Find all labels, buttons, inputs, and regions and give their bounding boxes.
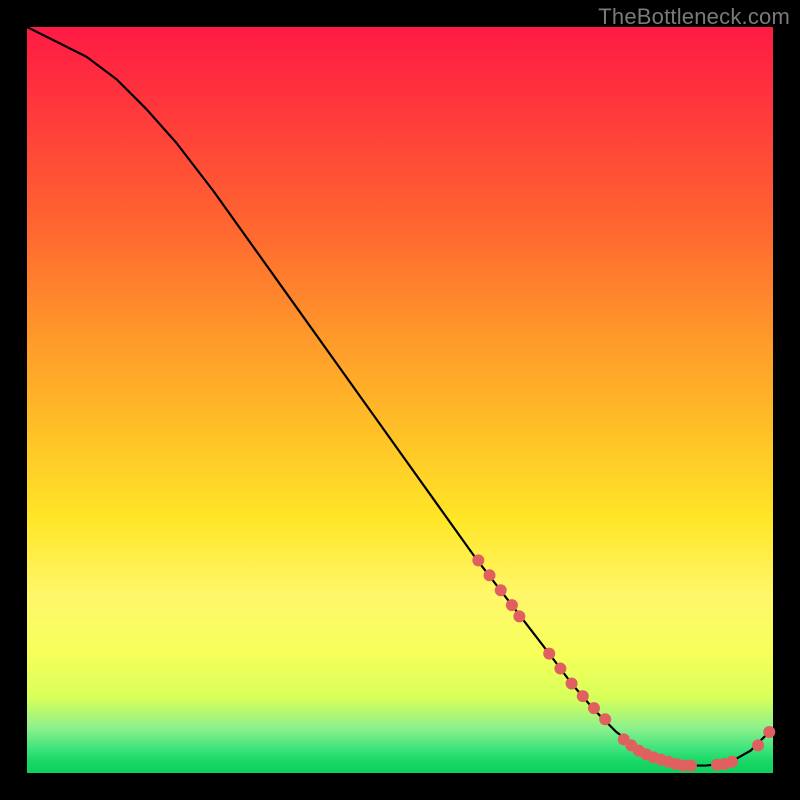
- bottleneck-curve-line: [27, 27, 773, 766]
- data-marker: [495, 584, 507, 596]
- data-marker: [506, 599, 518, 611]
- data-marker: [599, 713, 611, 725]
- plot-area: [27, 27, 773, 773]
- data-marker: [726, 756, 738, 768]
- data-marker: [543, 648, 555, 660]
- data-marker: [484, 569, 496, 581]
- data-marker: [577, 690, 589, 702]
- data-marker: [566, 677, 578, 689]
- data-marker: [472, 554, 484, 566]
- data-marker: [763, 726, 775, 738]
- data-marker: [752, 739, 764, 751]
- data-marker: [588, 702, 600, 714]
- data-marker: [554, 663, 566, 675]
- chart-svg: [27, 27, 773, 773]
- data-marker: [685, 760, 697, 772]
- data-marker: [513, 610, 525, 622]
- markers-group: [472, 554, 775, 771]
- chart-frame: TheBottleneck.com: [0, 0, 800, 800]
